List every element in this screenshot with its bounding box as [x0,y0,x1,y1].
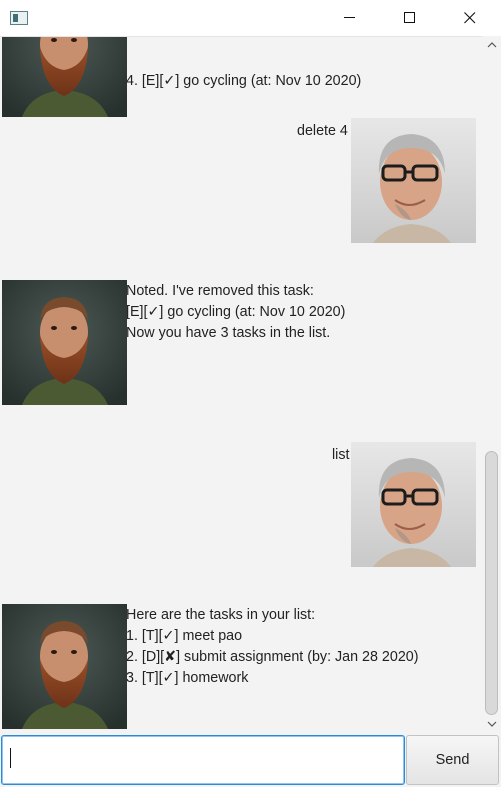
scroll-down-button[interactable] [485,717,499,731]
dialog-row-duke: 4. [E][✓] go cycling (at: Nov 10 2020) [0,37,484,117]
scrollbar-thumb[interactable] [485,451,498,715]
dialog-message: 4. [E][✓] go cycling (at: Nov 10 2020) [126,73,362,89]
minimize-icon [344,17,355,18]
dialog-message: delete 4 [297,123,348,139]
gray-haired-man-avatar [351,442,476,567]
chevron-up-icon [487,42,497,48]
dialog-message: Noted. I've removed this task: [E][✓] go… [126,283,346,341]
scroll-up-button[interactable] [485,38,499,52]
maximize-button[interactable] [387,0,433,36]
dialog-row-duke: Here are the tasks in your list: 1. [T][… [0,604,484,729]
dialog-container[interactable]: 4. [E][✓] go cycling (at: Nov 10 2020) d… [0,36,501,733]
dialog-row-user: delete 4 [0,118,484,243]
dialog-message: list [332,447,350,463]
vertical-scrollbar[interactable] [482,36,501,733]
close-button[interactable] [447,0,493,36]
title-bar [0,0,501,36]
bearded-man-avatar [2,280,127,405]
send-button[interactable]: Send [406,735,499,785]
gray-haired-man-avatar [351,118,476,243]
input-bar: Send [0,733,501,787]
minimize-button[interactable] [327,0,373,36]
scrollbar-track[interactable] [485,54,498,715]
dialog-message: Here are the tasks in your list: 1. [T][… [126,607,419,686]
text-caret [10,748,11,768]
user-input-field[interactable] [1,735,405,785]
dialog-row-user: list [0,442,484,567]
bearded-man-avatar [2,604,127,729]
dialog-row-duke: Noted. I've removed this task: [E][✓] go… [0,280,484,405]
app-icon [10,11,28,25]
close-icon [464,12,476,24]
maximize-icon [404,12,415,23]
chevron-down-icon [487,721,497,727]
bearded-man-avatar [2,37,127,117]
